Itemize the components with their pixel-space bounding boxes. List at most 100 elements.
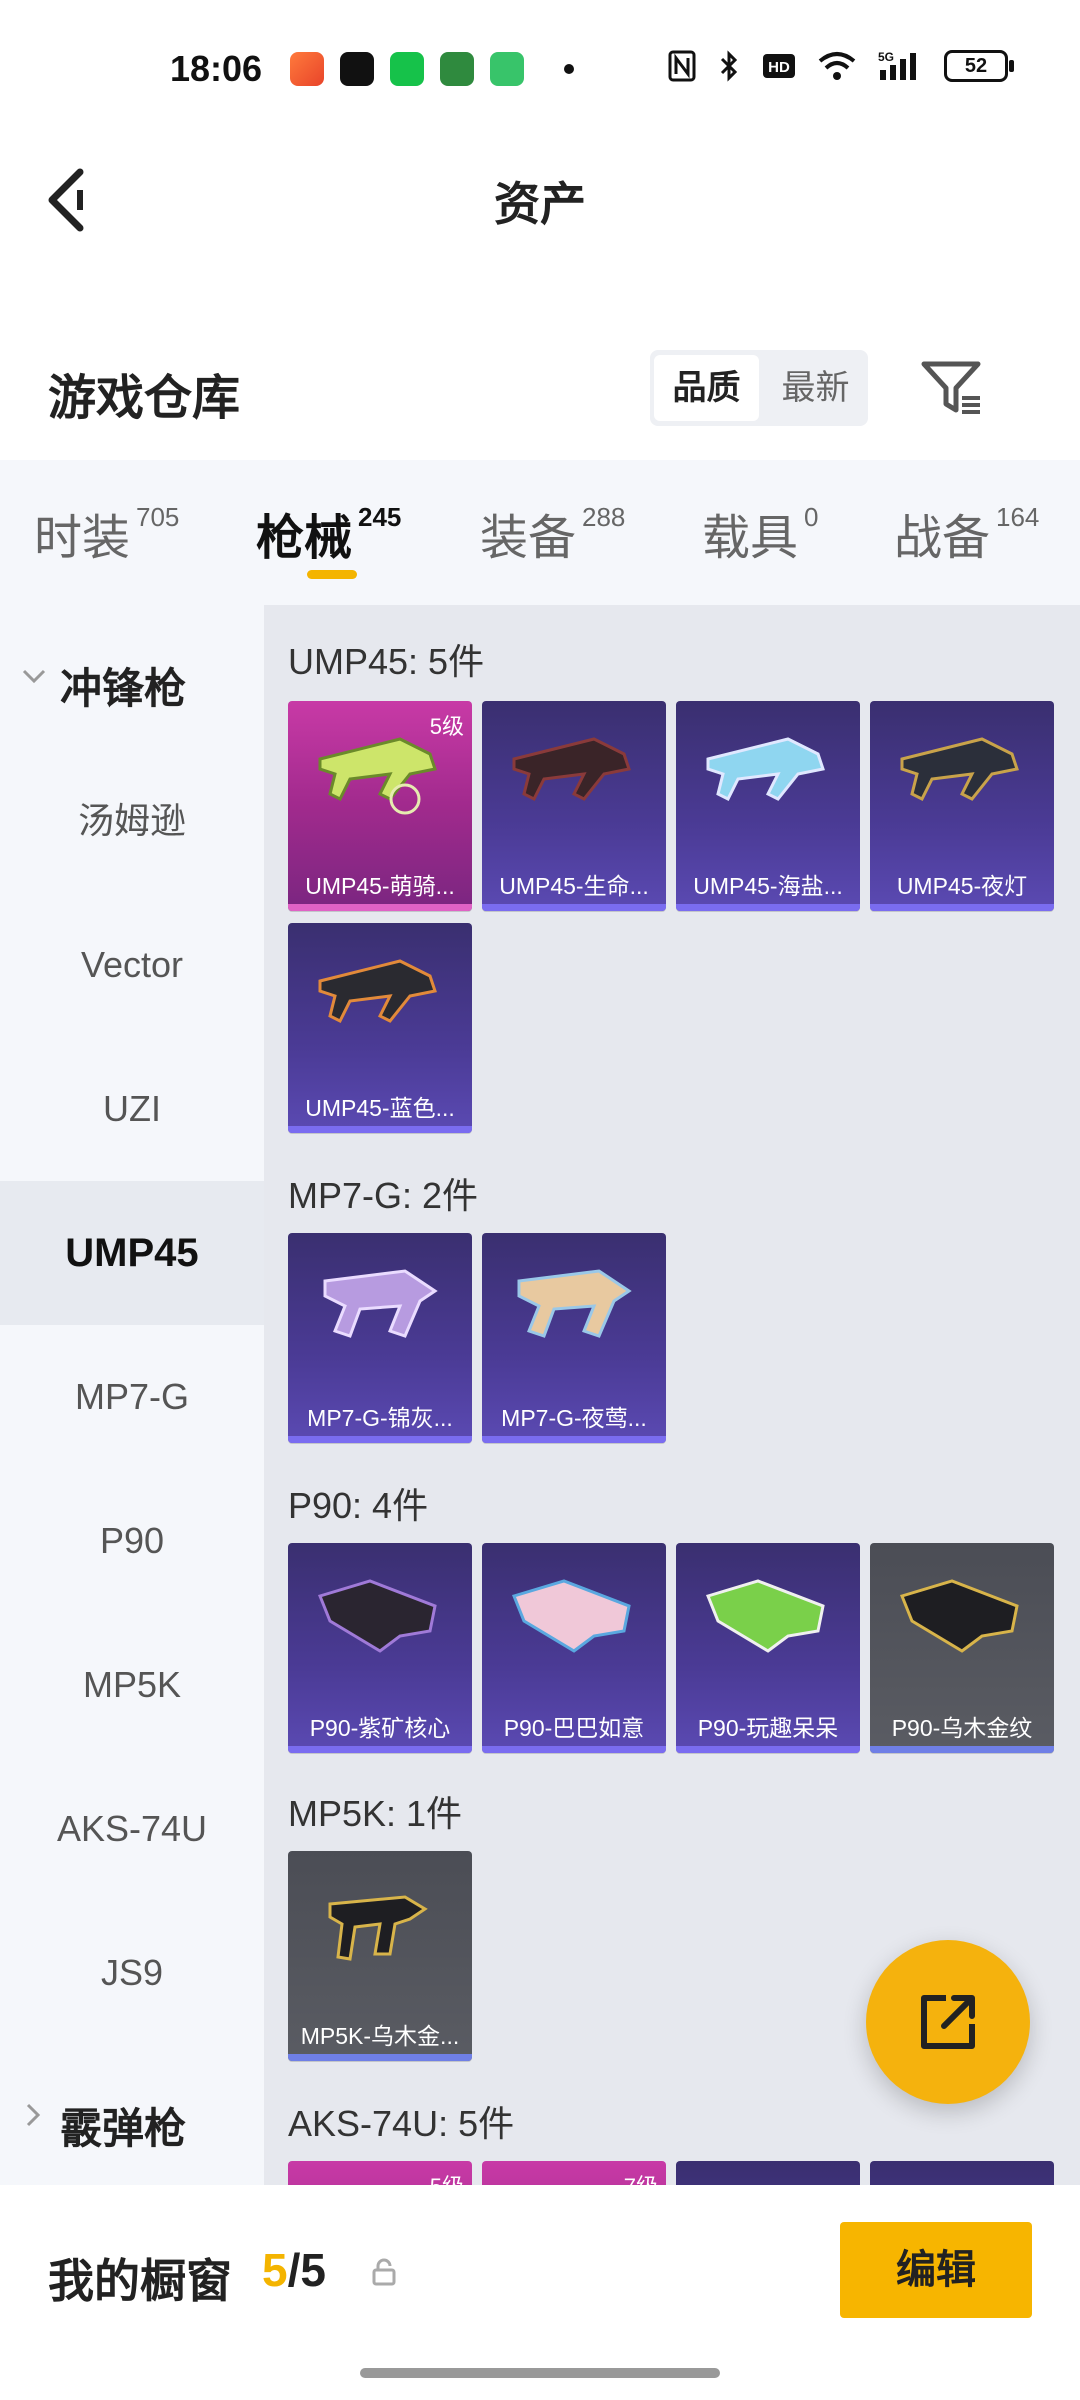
p90-icon bbox=[705, 1579, 825, 1653]
skin-card[interactable]: P90-巴巴如意 bbox=[482, 1543, 666, 1753]
tab-equipment[interactable]: 装备 288 bbox=[480, 498, 625, 568]
rarity-bar bbox=[870, 904, 1054, 911]
skin-card[interactable]: UMP45-生命... bbox=[482, 701, 666, 911]
rarity-bar bbox=[288, 2054, 472, 2061]
tab-label: 装备 bbox=[480, 512, 577, 565]
smg-icon bbox=[512, 737, 631, 802]
svg-text:5G: 5G bbox=[878, 50, 894, 64]
rarity-bar bbox=[482, 904, 666, 911]
game-app-icon bbox=[290, 52, 324, 86]
sidebar-item-thompson[interactable]: 汤姆逊 bbox=[0, 749, 264, 893]
tab-firearms[interactable]: 枪械 245 bbox=[256, 498, 401, 568]
category-shotgun[interactable]: 霰弹枪 bbox=[0, 2045, 264, 2189]
tab-count: 164 bbox=[996, 502, 1040, 532]
skin-name: UMP45-蓝色... bbox=[305, 1095, 455, 1121]
rarity-bar bbox=[288, 1746, 472, 1753]
category-smg-label: 冲锋枪 bbox=[60, 665, 187, 712]
repository-header: 游戏仓库 品质 最新 bbox=[0, 310, 1080, 460]
bluetooth-icon bbox=[720, 50, 738, 82]
skin-card[interactable]: UMP45-海盐... bbox=[676, 701, 860, 911]
skin-card[interactable]: 5级 bbox=[288, 2161, 472, 2185]
skin-card[interactable]: MP5K-乌木金... bbox=[288, 1851, 472, 2061]
skin-name: P90-乌木金纹 bbox=[891, 1715, 1033, 1741]
cube-app-icon bbox=[440, 52, 474, 86]
home-indicator[interactable] bbox=[360, 2368, 720, 2378]
status-time: 18:06 bbox=[170, 48, 263, 89]
repository-title: 游戏仓库 bbox=[48, 372, 241, 425]
rarity-bar bbox=[482, 1746, 666, 1753]
rarity-bar bbox=[288, 904, 472, 911]
sidebar-item-mp7g[interactable]: MP7-G bbox=[0, 1325, 264, 1469]
smg-icon bbox=[323, 1269, 438, 1338]
showcase-current: 5 bbox=[262, 2244, 288, 2296]
tab-fashion[interactable]: 时装 705 bbox=[34, 498, 179, 568]
skin-name: UMP45-生命... bbox=[499, 873, 649, 899]
group-title-p90: P90: 4件 bbox=[288, 1485, 429, 1526]
skin-card[interactable]: UMP45-蓝色... bbox=[288, 923, 472, 1133]
rarity-bar bbox=[676, 904, 860, 911]
sidebar-item-uzi[interactable]: UZI bbox=[0, 1037, 264, 1181]
category-shotgun-label: 霰弹枪 bbox=[60, 2105, 187, 2152]
wifi-icon bbox=[818, 52, 856, 80]
filter-icon[interactable] bbox=[918, 358, 988, 418]
sidebar-item-js9[interactable]: JS9 bbox=[0, 1901, 264, 2045]
rarity-bar bbox=[288, 1436, 472, 1443]
group-title-ump45: UMP45: 5件 bbox=[288, 641, 485, 682]
skin-card[interactable]: UMP45-夜灯 bbox=[870, 701, 1054, 911]
sidebar-item-aks74u[interactable]: AKS-74U bbox=[0, 1757, 264, 1901]
chevron-down-icon bbox=[22, 669, 46, 684]
battery-icon: 52 bbox=[944, 50, 1014, 82]
showcase-count: 5/5 bbox=[262, 2244, 326, 2296]
rarity-bar bbox=[676, 1746, 860, 1753]
sidebar-item-p90[interactable]: P90 bbox=[0, 1469, 264, 1613]
sort-quality-button[interactable]: 品质 bbox=[654, 355, 759, 421]
skin-card[interactable]: MP7-G-夜莺... bbox=[482, 1233, 666, 1443]
active-tab-indicator bbox=[307, 570, 357, 579]
smg-icon bbox=[328, 1895, 428, 1961]
hd-icon: HD bbox=[763, 54, 795, 78]
skin-name: P90-玩趣呆呆 bbox=[697, 1715, 839, 1741]
nfc-icon bbox=[668, 50, 696, 82]
rarity-bar bbox=[870, 1746, 1054, 1753]
rarity-bar bbox=[288, 1126, 472, 1133]
sidebar-item-mp5k[interactable]: MP5K bbox=[0, 1613, 264, 1757]
green-app-icon bbox=[390, 52, 424, 86]
skin-name: MP7-G-夜莺... bbox=[501, 1405, 647, 1431]
skin-card[interactable]: P90-紫矿核心 bbox=[288, 1543, 472, 1753]
chevron-right-icon bbox=[26, 2103, 41, 2127]
tab-label: 时装 bbox=[34, 512, 131, 565]
skin-card[interactable]: MP7-G-锦灰... bbox=[288, 1233, 472, 1443]
sidebar-item-vector[interactable]: Vector bbox=[0, 893, 264, 1037]
category-tabs: 时装 705 枪械 245 装备 288 载具 0 战备 164 bbox=[0, 460, 1080, 605]
skin-card[interactable]: 7级 bbox=[482, 2161, 666, 2185]
share-button[interactable] bbox=[866, 1940, 1030, 2104]
sort-latest-button[interactable]: 最新 bbox=[763, 355, 868, 421]
skin-card[interactable]: 5级 UMP45-萌骑... bbox=[288, 701, 472, 911]
smg-icon bbox=[318, 959, 437, 1024]
skin-card[interactable] bbox=[870, 2161, 1054, 2185]
skin-name: MP5K-乌木金... bbox=[300, 2023, 460, 2049]
shield-app-icon bbox=[490, 52, 524, 86]
skin-name: UMP45-夜灯 bbox=[896, 873, 1028, 899]
page-title: 资产 bbox=[494, 178, 586, 230]
tab-vehicles[interactable]: 载具 0 bbox=[702, 498, 818, 568]
sidebar-item-ump45[interactable]: UMP45 bbox=[0, 1181, 264, 1325]
skin-name: MP7-G-锦灰... bbox=[307, 1405, 453, 1431]
tab-combat-prep[interactable]: 战备 164 bbox=[894, 498, 1039, 568]
status-bar: 18:06 HD 5G 52 bbox=[0, 0, 1080, 140]
p90-icon bbox=[511, 1579, 631, 1653]
skin-card[interactable]: P90-玩趣呆呆 bbox=[676, 1543, 860, 1753]
edit-button[interactable]: 编辑 bbox=[840, 2222, 1032, 2318]
showcase-label: 我的橱窗 bbox=[48, 2255, 232, 2307]
showcase-total: 5 bbox=[300, 2244, 326, 2296]
skin-name: UMP45-海盐... bbox=[693, 873, 843, 899]
group-title-mp5k: MP5K: 1件 bbox=[288, 1793, 463, 1834]
category-smg[interactable]: 冲锋枪 bbox=[0, 605, 264, 749]
smg-icon bbox=[900, 737, 1019, 802]
title-bar: 资产 bbox=[0, 140, 1080, 310]
skin-card[interactable]: P90-乌木金纹 bbox=[870, 1543, 1054, 1753]
skin-name: P90-紫矿核心 bbox=[309, 1715, 451, 1741]
skin-card[interactable] bbox=[676, 2161, 860, 2185]
lock-icon bbox=[372, 2258, 396, 2286]
tab-count: 245 bbox=[358, 502, 402, 532]
